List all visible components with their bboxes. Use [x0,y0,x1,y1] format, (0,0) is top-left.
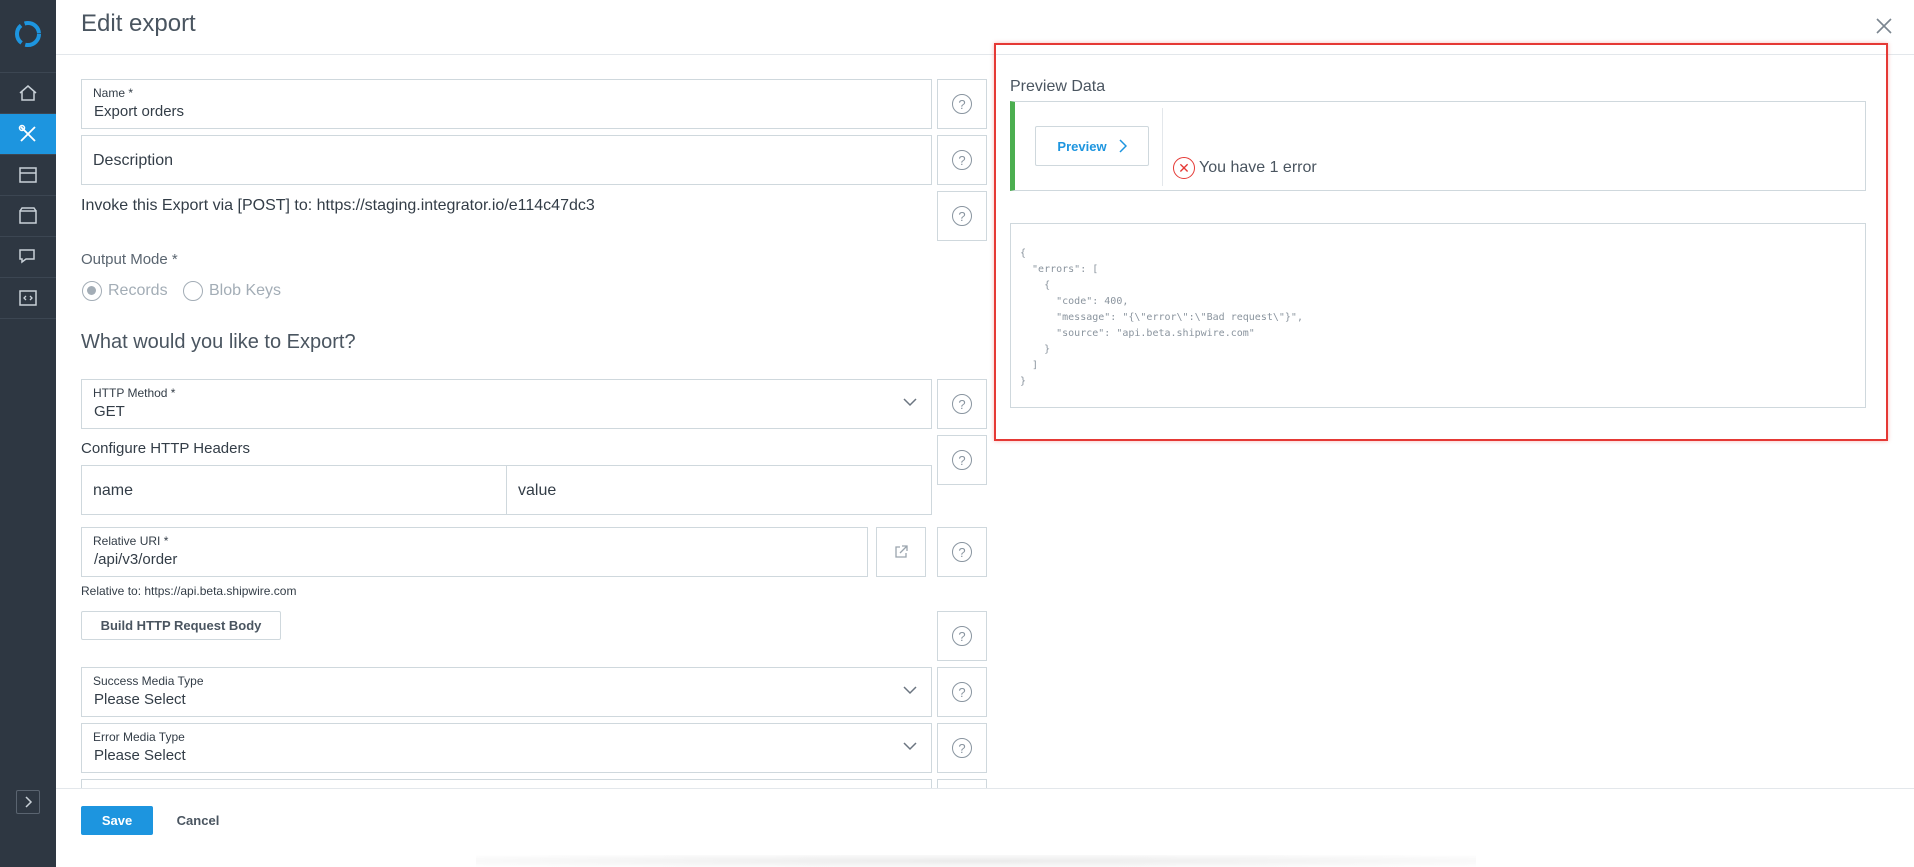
section-heading: What would you like to Export? [81,331,356,353]
external-link-icon [895,545,908,558]
tools-icon[interactable] [0,114,56,154]
chat-icon[interactable] [0,237,56,277]
error-media-help-button[interactable]: ? [937,723,987,773]
footer-divider [56,788,1914,789]
help-icon: ? [952,626,972,646]
preview-response-box[interactable]: { "errors": [ { "code": 400, "message": … [1010,223,1866,408]
error-media-type-select[interactable]: Error Media Type Please Select [81,723,932,773]
description-field[interactable]: Description [81,135,932,185]
error-media-type-value: Please Select [94,747,186,764]
bottom-shadow [476,855,1476,867]
chevron-right-icon [1119,139,1127,153]
chevron-down-icon [903,739,917,753]
header-name-input[interactable]: name [81,465,507,515]
home-icon[interactable] [0,73,56,113]
sidebar-divider [0,318,56,319]
success-media-help-button[interactable]: ? [937,667,987,717]
preview-status-box: Preview ✕ You have 1 error [1010,101,1866,191]
help-icon: ? [952,206,972,226]
http-method-value: GET [94,403,125,420]
preview-data-title: Preview Data [1010,78,1106,95]
close-icon[interactable] [1874,16,1894,36]
header-value-placeholder: value [518,482,557,499]
header-name-placeholder: name [93,482,134,499]
chevron-down-icon [903,683,917,697]
expand-sidebar-chevron-icon[interactable] [16,790,40,814]
help-icon: ? [952,542,972,562]
success-media-type-select[interactable]: Success Media Type Please Select [81,667,932,717]
invoke-help-button[interactable]: ? [937,191,987,241]
error-summary-text: You have 1 error [1199,159,1317,176]
preview-button-label: Preview [1057,138,1107,154]
success-media-type-label: Success Media Type [93,674,204,688]
help-icon: ? [952,682,972,702]
relative-uri-field[interactable]: Relative URI * /api/v3/order [81,527,868,577]
relative-to-text: Relative to: https://api.beta.shipwire.c… [81,584,297,598]
error-media-type-label: Error Media Type [93,730,185,744]
name-help-button[interactable]: ? [937,79,987,129]
name-value: Export orders [94,103,185,120]
help-icon: ? [952,150,972,170]
http-method-help-button[interactable]: ? [937,379,987,429]
http-method-label: HTTP Method * [93,386,176,400]
page-title: Edit export [81,10,196,37]
header-value-input[interactable]: value [506,465,932,515]
edit-export-panel: Edit export Name * Export orders ? Descr… [56,0,1914,867]
help-icon: ? [952,94,972,114]
invoke-url-text: Invoke this Export via [POST] to: https:… [81,197,595,214]
next-field-partial[interactable] [81,779,932,788]
preview-response-json: { "errors": [ { "code": 400, "message": … [1020,248,1303,387]
cancel-button[interactable]: Cancel [168,806,228,835]
relative-uri-value: /api/v3/order [94,551,178,568]
name-label: Name * [93,86,134,100]
headers-label: Configure HTTP Headers [81,440,250,457]
preview-divider [1162,108,1163,186]
success-media-type-value: Please Select [94,691,186,708]
radio-records-label: Records [108,282,168,299]
relative-uri-help-button[interactable]: ? [937,527,987,577]
preview-button[interactable]: Preview [1035,126,1149,166]
radio-unselected-icon [183,281,203,301]
code-icon[interactable] [0,278,56,318]
headers-help-button[interactable]: ? [937,435,987,485]
radio-records[interactable]: Records [82,281,168,301]
name-field[interactable]: Name * Export orders [81,79,932,129]
help-icon: ? [952,738,972,758]
save-button[interactable]: Save [81,806,153,835]
help-icon: ? [952,394,972,414]
archive-icon[interactable] [0,155,56,195]
chevron-down-icon [903,395,917,409]
build-body-help-button[interactable]: ? [937,611,987,661]
open-editor-button[interactable] [876,527,926,577]
build-request-body-button[interactable]: Build HTTP Request Body [81,611,281,640]
description-placeholder: Description [93,152,174,169]
http-method-select[interactable]: HTTP Method * GET [81,379,932,429]
description-help-button[interactable]: ? [937,135,987,185]
error-circle-icon: ✕ [1173,157,1195,179]
radio-blob-keys-label: Blob Keys [209,282,282,299]
marketplace-icon[interactable] [0,196,56,236]
error-summary: ✕ You have 1 error [1173,157,1317,179]
sidebar [0,0,56,867]
radio-blob-keys[interactable]: Blob Keys [183,281,281,301]
help-icon: ? [952,450,972,470]
logo-icon[interactable] [12,18,44,50]
relative-uri-label: Relative URI * [93,534,169,548]
radio-selected-icon [82,281,102,301]
next-help-partial[interactable] [937,779,987,788]
output-mode-label: Output Mode * [81,251,178,268]
